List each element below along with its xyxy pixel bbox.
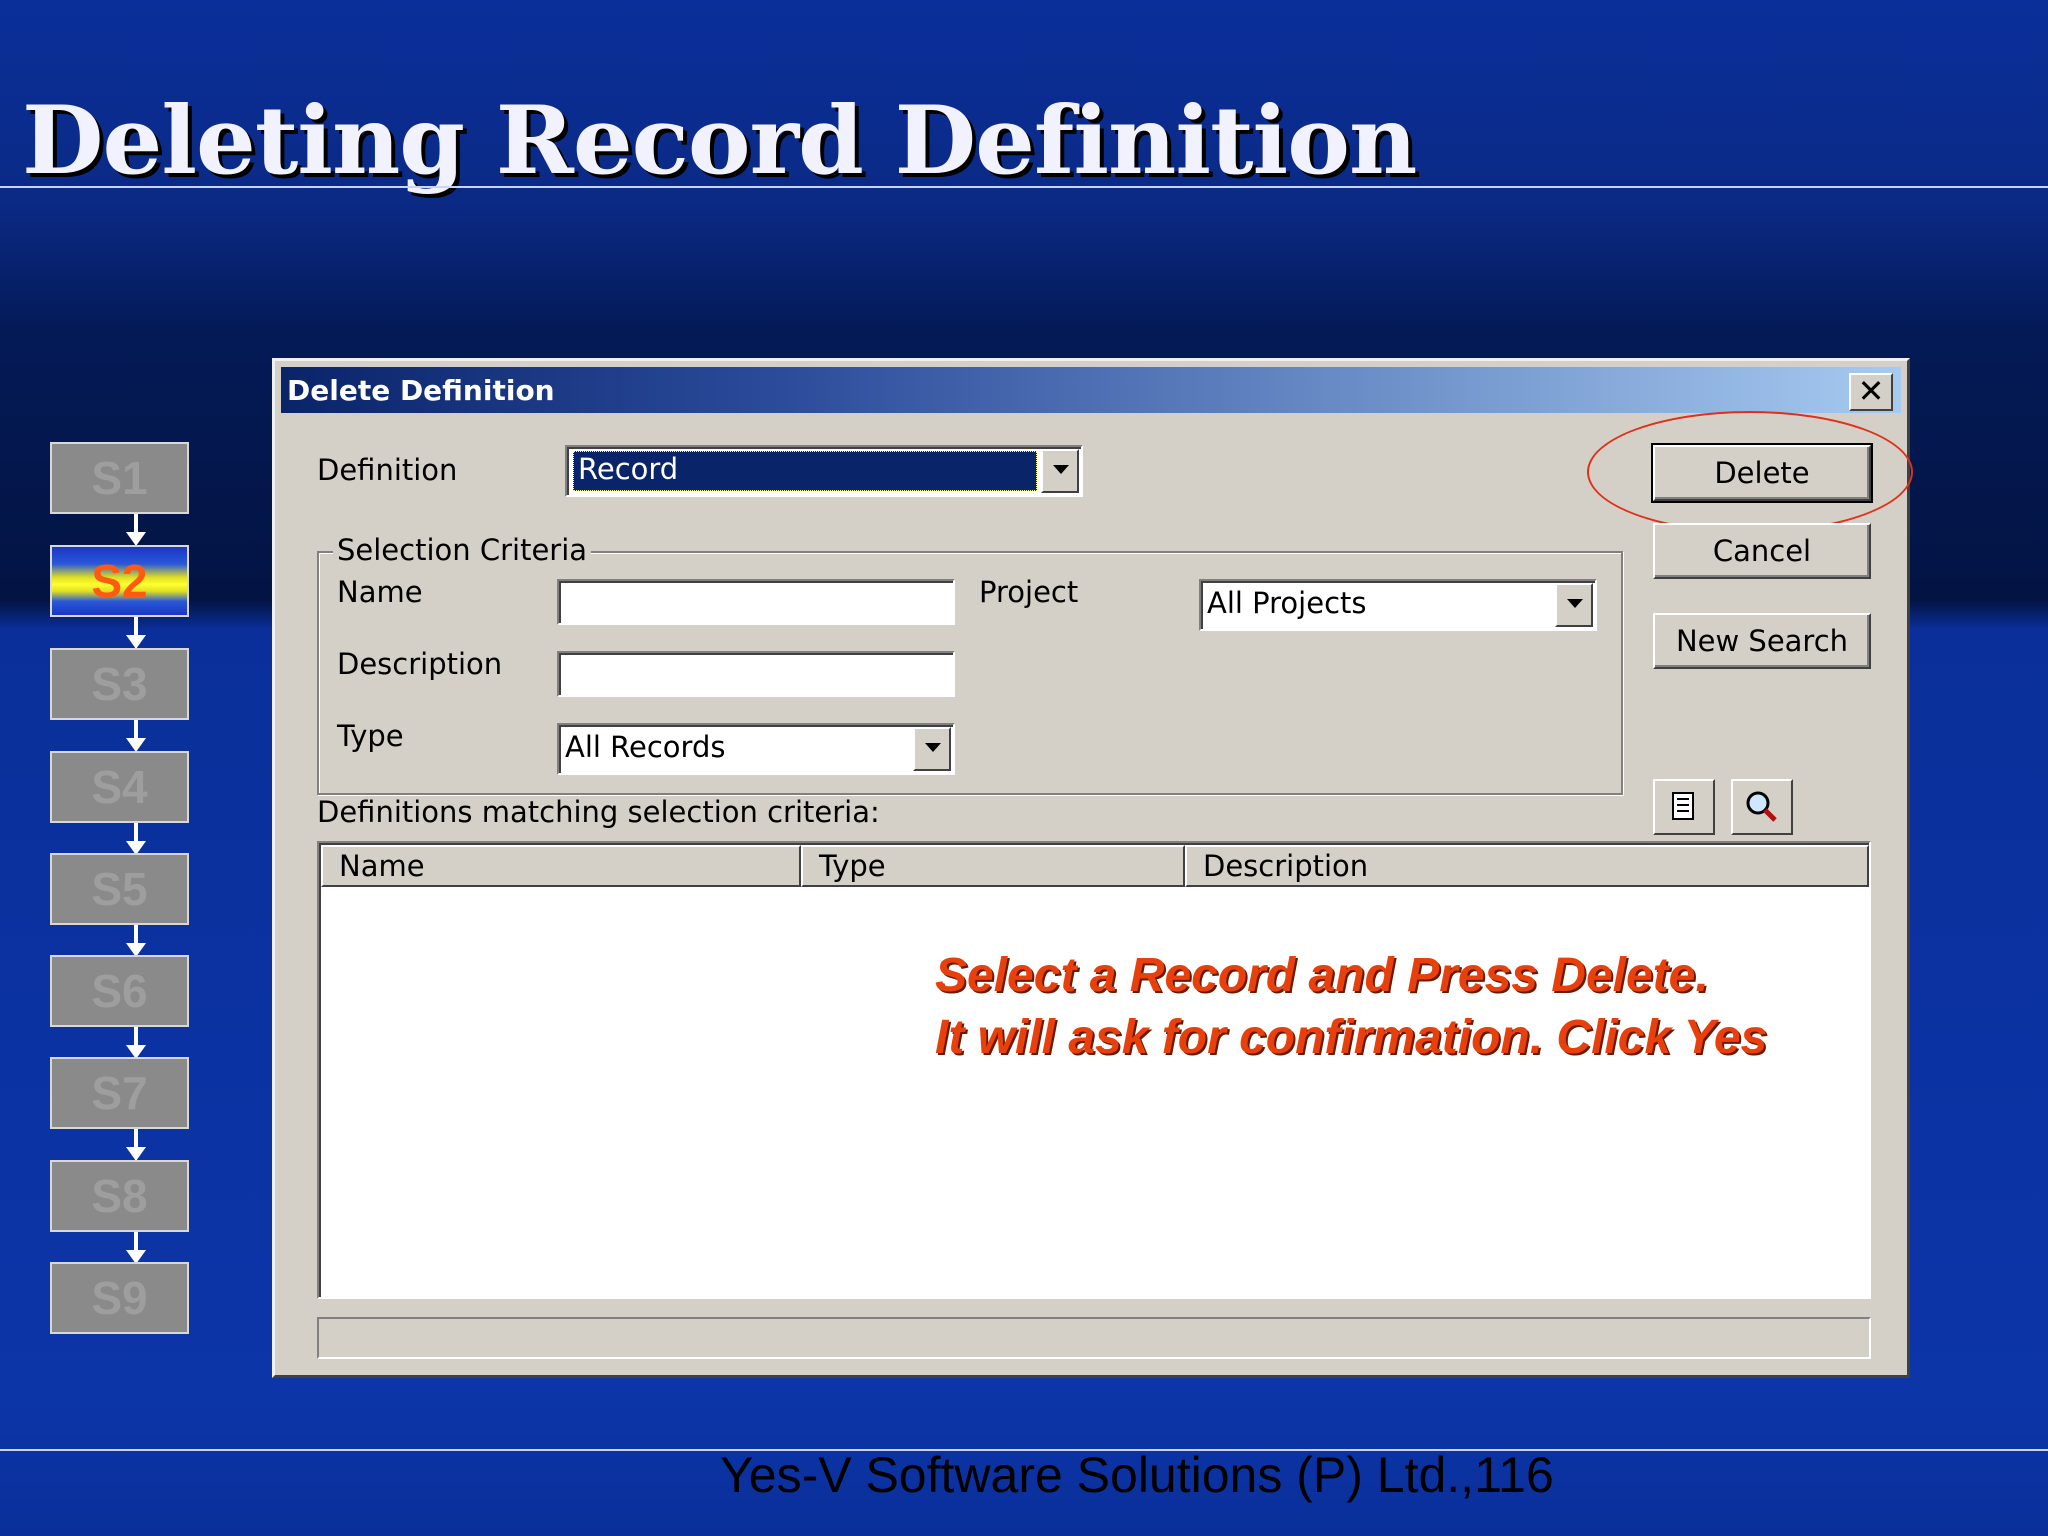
close-icon: ✕ — [1857, 372, 1885, 410]
definition-selected-value: Record — [573, 451, 1037, 491]
step-arrow — [126, 514, 146, 546]
cancel-button[interactable]: Cancel — [1653, 523, 1871, 579]
status-bar — [317, 1317, 1871, 1359]
definitions-list[interactable]: Name Type Description — [317, 841, 1871, 1299]
step-arrow — [126, 823, 146, 855]
step-arrow — [126, 720, 146, 752]
close-button[interactable]: ✕ — [1849, 373, 1893, 411]
selection-criteria-label: Selection Criteria — [333, 533, 592, 567]
column-header-description[interactable]: Description — [1185, 845, 1869, 887]
project-label: Project — [979, 575, 1079, 609]
list-view-button[interactable] — [1653, 779, 1715, 835]
type-value: All Records — [565, 730, 726, 764]
selection-criteria-group: Selection Criteria Name Description Type… — [317, 533, 1623, 795]
step-s2[interactable]: S2 — [50, 545, 189, 617]
dialog-titlebar[interactable]: Delete Definition ✕ — [281, 367, 1901, 413]
name-input[interactable] — [557, 579, 955, 625]
step-s4[interactable]: S4 — [50, 751, 189, 823]
title-divider — [0, 186, 2048, 188]
step-arrow — [126, 1232, 146, 1264]
column-header-type[interactable]: Type — [801, 845, 1185, 887]
description-input[interactable] — [557, 651, 955, 697]
chevron-down-icon[interactable] — [1555, 583, 1593, 627]
step-s9[interactable]: S9 — [50, 1262, 189, 1334]
new-search-button[interactable]: New Search — [1653, 613, 1871, 669]
delete-button[interactable]: Delete — [1651, 443, 1873, 503]
step-s1[interactable]: S1 — [50, 442, 189, 514]
magnifier-icon — [1746, 791, 1777, 822]
chevron-down-icon[interactable] — [913, 727, 951, 771]
chevron-down-icon[interactable] — [1041, 449, 1079, 493]
dialog-title: Delete Definition — [287, 374, 555, 407]
step-s8[interactable]: S8 — [50, 1160, 189, 1232]
definition-select[interactable]: Record — [565, 445, 1083, 497]
project-select[interactable]: All Projects — [1199, 579, 1597, 631]
step-arrow — [126, 925, 146, 957]
project-value: All Projects — [1207, 586, 1367, 620]
step-arrow — [126, 617, 146, 649]
instruction-line-2: It will ask for confirmation. Click Yes — [935, 1011, 1768, 1064]
column-header-name[interactable]: Name — [321, 845, 801, 887]
type-label: Type — [337, 719, 404, 753]
type-select[interactable]: All Records — [557, 723, 955, 775]
step-arrow — [126, 1027, 146, 1059]
step-s3[interactable]: S3 — [50, 648, 189, 720]
matching-definitions-label: Definitions matching selection criteria: — [317, 795, 880, 829]
instruction-line-1: Select a Record and Press Delete. — [935, 949, 1709, 1002]
definition-value: Record — [578, 452, 679, 486]
step-arrow — [126, 1129, 146, 1161]
list-header: Name Type Description — [321, 845, 1869, 887]
step-s7[interactable]: S7 — [50, 1057, 189, 1129]
name-label: Name — [337, 575, 423, 609]
footer-text: Yes-V Software Solutions (P) Ltd.,116 — [720, 1447, 1554, 1503]
slide-title: Deleting Record Definition — [22, 86, 1417, 196]
search-button[interactable] — [1731, 779, 1793, 835]
description-label: Description — [337, 647, 503, 681]
instruction-annotation: Select a Record and Press Delete. It wil… — [935, 945, 1767, 1069]
delete-definition-dialog: Delete Definition ✕ Definition Record De… — [272, 358, 1913, 1378]
list-icon — [1672, 792, 1694, 820]
step-s5[interactable]: S5 — [50, 853, 189, 925]
step-s6[interactable]: S6 — [50, 955, 189, 1027]
definition-label: Definition — [317, 453, 458, 487]
